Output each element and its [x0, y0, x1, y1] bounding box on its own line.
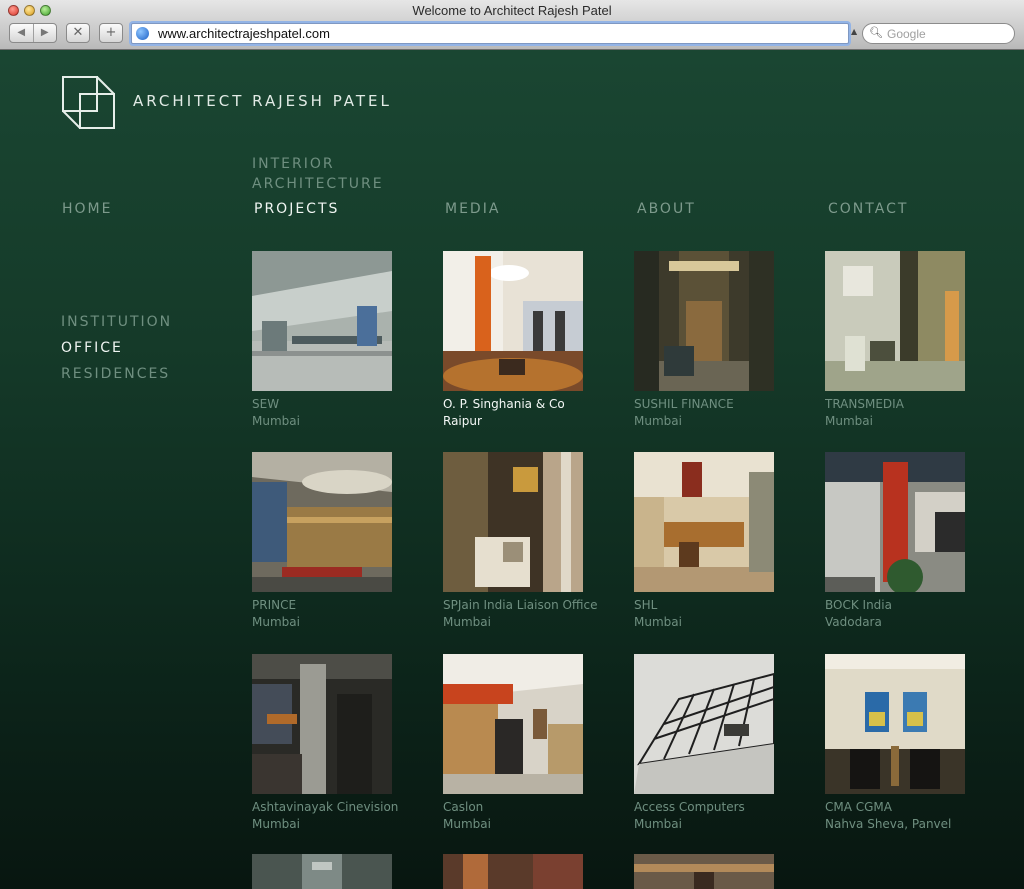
nav-home[interactable]: HOME [62, 201, 112, 217]
address-bar-text[interactable]: www.architectrajeshpatel.com [158, 26, 330, 41]
plus-icon: + [105, 25, 117, 40]
close-icon: ✕ [72, 25, 84, 40]
project-thumbnail-shl[interactable] [634, 452, 774, 592]
project-city: Mumbai [443, 817, 491, 831]
subnav-architecture[interactable]: ARCHITECTURE [252, 174, 384, 194]
project-city: Mumbai [443, 615, 491, 629]
search-icon: 🔍︎ [869, 26, 883, 39]
project-caption-ashtavinayak[interactable]: Ashtavinayak Cinevision Mumbai [252, 799, 422, 833]
project-city: Mumbai [252, 615, 300, 629]
project-thumbnail-ashtavinayak[interactable] [252, 654, 392, 794]
project-caption-spjain[interactable]: SPJain India Liaison Office Mumbai [443, 597, 613, 631]
project-city: Mumbai [825, 414, 873, 428]
nav-media[interactable]: MEDIA [445, 201, 500, 217]
category-institution[interactable]: INSTITUTION [61, 314, 172, 330]
project-thumbnail-prince[interactable] [252, 452, 392, 592]
project-thumbnail-caslon[interactable] [443, 654, 583, 794]
project-caption-caslon[interactable]: Caslon Mumbai [443, 799, 613, 833]
brand-name[interactable]: ARCHITECT RAJESH PATEL [133, 92, 392, 110]
project-thumbnail-sushil-finance[interactable] [634, 251, 774, 391]
project-caption-op-singhania[interactable]: O. P. Singhania & Co Raipur [443, 396, 613, 430]
nav-about[interactable]: ABOUT [637, 201, 696, 217]
project-city: Raipur [443, 414, 482, 428]
project-name: SEW [252, 397, 280, 411]
project-name: O. P. Singhania & Co [443, 397, 565, 411]
project-caption-access-computers[interactable]: Access Computers Mumbai [634, 799, 804, 833]
category-office[interactable]: OFFICE [61, 340, 123, 356]
project-thumbnail-bock-india[interactable] [825, 452, 965, 592]
project-thumbnail-transmedia[interactable] [825, 251, 965, 391]
browser-toolbar: Welcome to Architect Rajesh Patel ◀ ▶ ✕ … [0, 0, 1024, 50]
project-caption-transmedia[interactable]: TRANSMEDIA Mumbai [825, 396, 995, 430]
project-name: SHL [634, 598, 658, 612]
sub-navigation: INTERIOR ARCHITECTURE [252, 154, 384, 194]
project-thumbnail-partial[interactable] [634, 854, 774, 889]
globe-icon [136, 27, 149, 40]
search-input[interactable]: 🔍︎ Google [862, 23, 1015, 44]
project-caption-sushil-finance[interactable]: SUSHIL FINANCE Mumbai [634, 396, 804, 430]
back-forward-buttons[interactable]: ◀ ▶ [9, 23, 57, 43]
forward-arrow-icon[interactable]: ▶ [34, 24, 57, 42]
project-name: SUSHIL FINANCE [634, 397, 734, 411]
nav-projects[interactable]: PROJECTS [254, 201, 339, 217]
subnav-interior[interactable]: INTERIOR [252, 154, 384, 174]
project-name: Access Computers [634, 800, 745, 814]
project-name: SPJain India Liaison Office [443, 598, 598, 612]
project-city: Mumbai [252, 414, 300, 428]
project-thumbnail-partial[interactable] [443, 854, 583, 889]
project-caption-sew[interactable]: SEW Mumbai [252, 396, 422, 430]
project-thumbnail-cma-cgma[interactable] [825, 654, 965, 794]
window-title: Welcome to Architect Rajesh Patel [412, 3, 612, 18]
project-city: Nahva Sheva, Panvel [825, 817, 952, 831]
project-thumbnail-op-singhania[interactable] [443, 251, 583, 391]
project-caption-prince[interactable]: PRINCE Mumbai [252, 597, 422, 631]
project-thumbnail-access-computers[interactable] [634, 654, 774, 794]
project-city: Mumbai [634, 615, 682, 629]
chevron-down-icon[interactable]: ▲ [851, 27, 857, 36]
project-thumbnail-spjain[interactable] [443, 452, 583, 592]
project-city: Mumbai [634, 414, 682, 428]
project-name: CMA CGMA [825, 800, 892, 814]
project-city: Mumbai [252, 817, 300, 831]
page-content: ARCHITECT RAJESH PATEL INTERIOR ARCHITEC… [0, 50, 1024, 889]
project-thumbnail-sew[interactable] [252, 251, 392, 391]
nav-contact[interactable]: CONTACT [828, 201, 908, 217]
project-name: Ashtavinayak Cinevision [252, 800, 399, 814]
project-caption-cma-cgma[interactable]: CMA CGMA Nahva Sheva, Panvel [825, 799, 995, 833]
project-thumbnail-partial[interactable] [252, 854, 392, 889]
add-bookmark-button[interactable]: + [99, 23, 123, 43]
address-bar[interactable]: www.architectrajeshpatel.com [131, 23, 849, 44]
project-name: Caslon [443, 800, 484, 814]
project-caption-shl[interactable]: SHL Mumbai [634, 597, 804, 631]
search-placeholder: Google [887, 27, 926, 41]
back-arrow-icon[interactable]: ◀ [10, 24, 34, 42]
category-residences[interactable]: RESIDENCES [61, 366, 170, 382]
project-name: PRINCE [252, 598, 297, 612]
project-caption-bock-india[interactable]: BOCK India Vadodara [825, 597, 995, 631]
project-name: TRANSMEDIA [825, 397, 904, 411]
logo-icon[interactable] [60, 74, 116, 130]
project-name: BOCK India [825, 598, 892, 612]
stop-button[interactable]: ✕ [66, 23, 90, 43]
project-city: Mumbai [634, 817, 682, 831]
project-city: Vadodara [825, 615, 882, 629]
